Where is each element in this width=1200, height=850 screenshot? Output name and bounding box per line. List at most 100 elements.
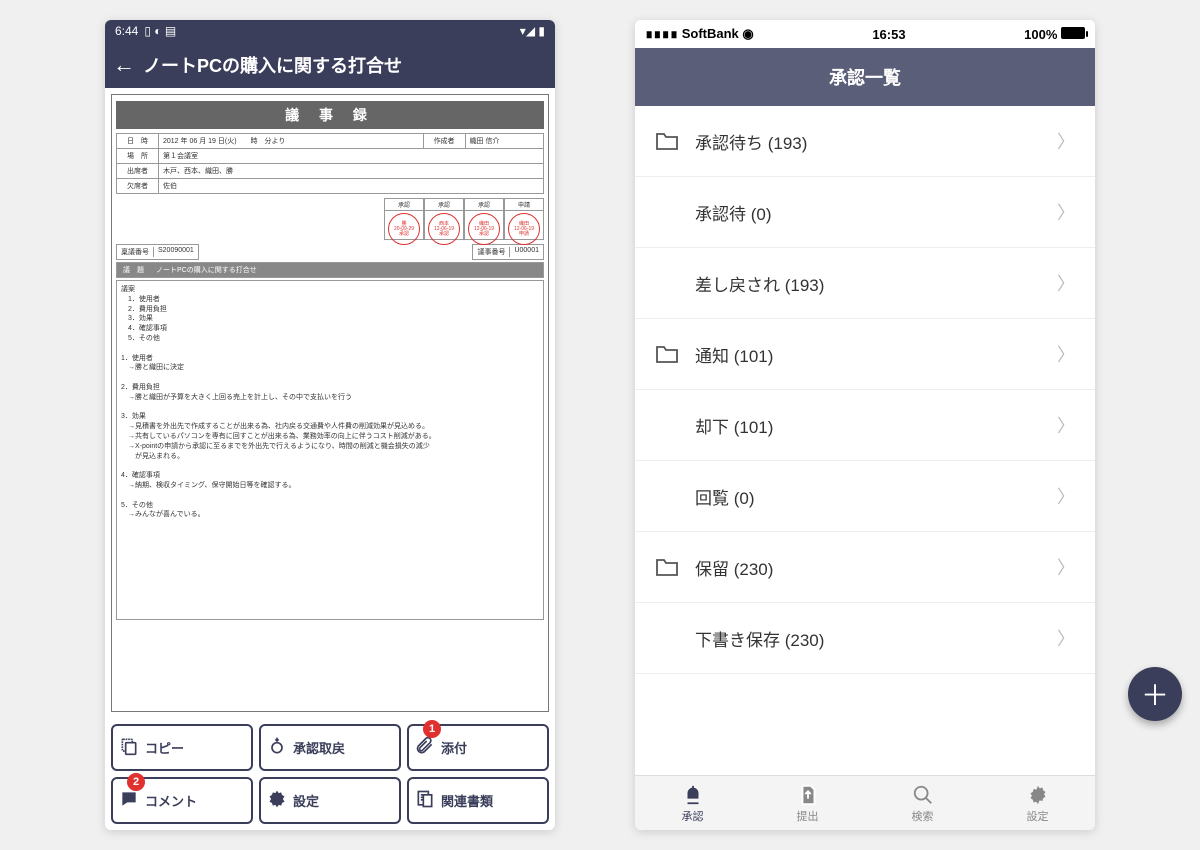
copy-button[interactable]: コピー [111,724,253,771]
list-item[interactable]: 差し戻され (193) 〉 [635,248,1095,319]
document-viewport[interactable]: 議 事 録 日 時 2012 年 06 月 19 日(火) 時 分より 作成者 … [105,88,555,718]
related-button[interactable]: 関連書類 [407,777,549,824]
stamp-seal-icon: 織田12-06-19申請 [508,213,540,245]
stamp-seal-icon: 勝20-09-29承認 [388,213,420,245]
tab-bar: 承認提出検索設定 [635,775,1095,830]
action-label: 設定 [293,791,319,810]
approval-list[interactable]: 承認待ち (193)〉承認待 (0)〉差し戻され (193)〉通知 (101)〉… [635,106,1095,775]
battery-icon [1061,27,1085,39]
chevron-right-icon: 〉 [1057,412,1075,438]
list-item-label: 承認待ち (193) [695,129,1041,154]
comment-button[interactable]: 2コメント [111,777,253,824]
action-grid: コピー 承認取戻 1添付 2コメント 設定 関連書類 [105,718,555,830]
attendee-label: 出席者 [117,164,159,179]
list-item[interactable]: 下書き保存 (230) 〉 [635,603,1095,674]
wifi-icon: ◉ [742,26,753,41]
list-item-label: 下書き保存 (230) [695,626,1041,651]
related-icon [415,789,435,812]
doc-body: 議案 1．使用者 2．費用負担 3．効果 4．確認事項 5．その他 1．使用者 … [116,280,544,620]
id-row: 稟議番号 S20090001 議事番号 U00001 [116,244,544,260]
list-item[interactable]: 却下 (101) 〉 [635,390,1095,461]
chevron-right-icon: 〉 [1057,341,1075,367]
doc-title: 議 事 録 [116,101,544,129]
author-value: 織田 信介 [465,134,543,149]
settings-button[interactable]: 設定 [259,777,401,824]
attach-button[interactable]: 1添付 [407,724,549,771]
action-label: 承認取戻 [293,738,345,757]
list-item-label: 差し戻され (193) [695,271,1041,296]
id1-label: 稟議番号 [121,247,154,257]
phone-approval-list: ∎∎∎∎ SoftBank ◉ 16:53 100% 承認一覧 承認待ち (19… [635,20,1095,830]
list-item[interactable]: 通知 (101) 〉 [635,319,1095,390]
status-right-icons: ▾◢ ▮ [520,24,545,38]
tab-approve[interactable]: 承認 [635,776,750,830]
stamp-box: 承認 織田12-06-19承認 [464,198,504,240]
tab-label: 検索 [865,808,980,824]
copy-icon [119,736,139,759]
list-item[interactable]: 保留 (230) 〉 [635,532,1095,603]
approve-icon [635,784,750,806]
tab-label: 提出 [750,808,865,824]
chevron-right-icon: 〉 [1057,554,1075,580]
author-label: 作成者 [423,134,465,149]
date-label: 日 時 [117,134,159,149]
recall-icon [267,736,287,759]
id-box-2: 議事番号 U00001 [472,244,544,260]
list-item[interactable]: 回覧 (0) 〉 [635,461,1095,532]
action-label: コメント [145,791,197,810]
list-item-label: 却下 (101) [695,413,1041,438]
tab-label: 承認 [635,808,750,824]
recall-button[interactable]: 承認取戻 [259,724,401,771]
list-item-label: 回覧 (0) [695,484,1041,509]
list-item-label: 保留 (230) [695,555,1041,580]
stamp-seal-icon: 織田12-06-19承認 [468,213,500,245]
tab-search[interactable]: 検索 [865,776,980,830]
search-icon [865,784,980,806]
place-value: 第１会議室 [159,149,544,164]
absent-value: 佐伯 [159,179,544,194]
id2-label: 議事番号 [477,247,510,257]
chevron-right-icon: 〉 [1057,199,1075,225]
stamp-head: 承認 [465,199,503,211]
subject-label: 議 題 [117,263,150,277]
status-time: 16:53 [872,27,905,42]
chevron-right-icon: 〉 [1057,483,1075,509]
attendee-value: 木戸、西本、織田、勝 [159,164,544,179]
comment-icon [119,789,139,812]
stamp-seal-icon: 西本12-06-19承認 [428,213,460,245]
id-box-1: 稟議番号 S20090001 [116,244,199,260]
phone-document-detail: 6:44 ▯ ◐ ▤ ▾◢ ▮ ← ノートPCの購入に関する打合せ 議 事 録 … [105,20,555,830]
list-item-label: 通知 (101) [695,342,1041,367]
back-icon[interactable]: ← [113,52,135,78]
status-bar: ∎∎∎∎ SoftBank ◉ 16:53 100% [635,20,1095,48]
action-label: コピー [145,738,184,757]
chevron-right-icon: 〉 [1057,625,1075,651]
config-icon [980,784,1095,806]
stamp-box: 承認 勝20-09-29承認 [384,198,424,240]
stamp-row: 承認 勝20-09-29承認 承認 西本12-06-19承認 承認 織田12-0… [116,198,544,240]
document-page: 議 事 録 日 時 2012 年 06 月 19 日(火) 時 分より 作成者 … [111,94,549,712]
place-label: 場 所 [117,149,159,164]
date-value: 2012 年 06 月 19 日(火) 時 分より [159,134,424,149]
submit-icon [750,784,865,806]
stamp-box: 承認 西本12-06-19承認 [424,198,464,240]
tab-submit[interactable]: 提出 [750,776,865,830]
status-time: 6:44 [115,24,138,38]
title-bar: ← ノートPCの購入に関する打合せ [105,42,555,88]
chevron-right-icon: 〉 [1057,270,1075,296]
id1-value: S20090001 [158,247,194,257]
id2-value: U00001 [514,247,539,257]
list-item[interactable]: 承認待 (0) 〉 [635,177,1095,248]
stamp-head: 申請 [505,199,543,211]
list-item-label: 承認待 (0) [695,200,1041,225]
folder-icon [655,344,679,364]
tab-label: 設定 [980,808,1095,824]
badge: 2 [127,773,145,791]
carrier-label: ∎∎∎∎ SoftBank ◉ [645,26,754,42]
subject-value: ノートPCの購入に関する打合せ [150,263,543,277]
action-label: 添付 [441,738,467,757]
title-bar: 承認一覧 [635,48,1095,106]
tab-config[interactable]: 設定 [980,776,1095,830]
status-icons: ▯ ◐ ▤ [144,24,176,38]
list-item[interactable]: 承認待ち (193)〉 [635,106,1095,177]
